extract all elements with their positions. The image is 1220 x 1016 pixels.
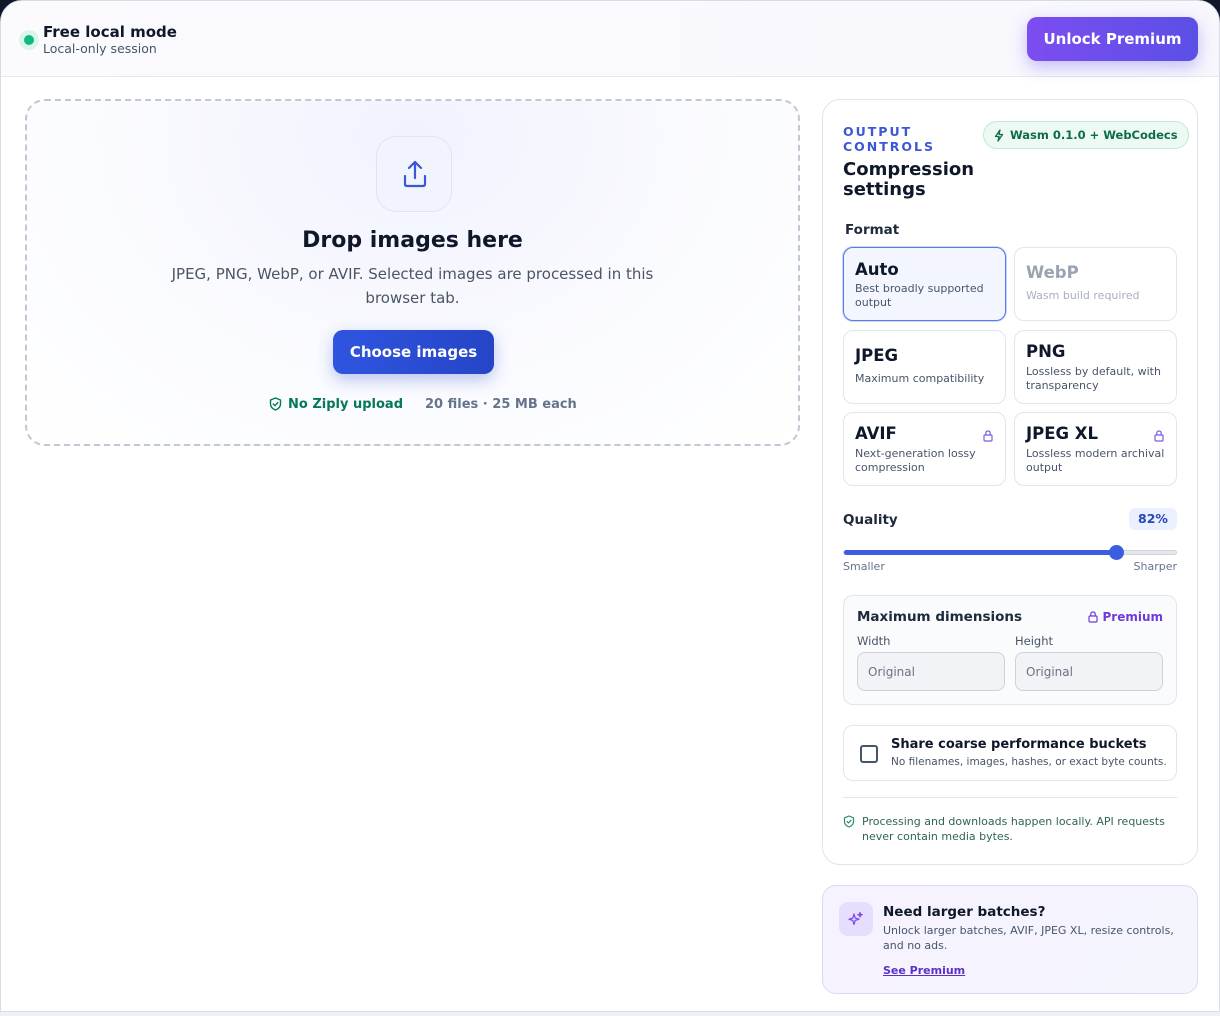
unlock-premium-button[interactable]: Unlock Premium [1027, 17, 1198, 61]
format-desc: Lossless modern archival output [1026, 447, 1165, 474]
quality-slider-thumb[interactable] [1109, 545, 1125, 560]
dropzone-title: Drop images here [302, 228, 523, 253]
promo-title: Need larger batches? [883, 904, 1046, 920]
divider [843, 797, 1177, 798]
sparkles-icon [848, 911, 863, 926]
panel-title: Compression settings [843, 159, 975, 200]
lock-icon [1154, 427, 1164, 446]
lock-icon [1088, 611, 1099, 623]
format-option-jpeg-xl[interactable]: JPEG XL Lossless modern archival output [1014, 412, 1177, 486]
format-option-png[interactable]: PNG Lossless by default, with transparen… [1014, 330, 1177, 404]
max-dimensions-section: Maximum dimensions Premium Width Height [843, 595, 1177, 705]
height-input[interactable] [1015, 652, 1163, 691]
format-name: Auto [855, 260, 899, 279]
format-desc: Maximum compatibility [855, 372, 985, 385]
see-premium-link[interactable]: See Premium [883, 964, 965, 977]
premium-tag-label: Premium [1102, 610, 1163, 624]
shield-check-icon [269, 397, 282, 411]
compression-settings-panel: OUTPUT CONTROLS Compression settings Was… [822, 99, 1198, 865]
share-performance-subtitle: No filenames, images, hashes, or exact b… [891, 756, 1167, 768]
upload-icon [403, 160, 427, 188]
format-name: JPEG XL [1026, 424, 1099, 443]
format-desc: Lossless by default, with transparency [1026, 365, 1161, 392]
format-desc: Wasm build required [1026, 289, 1140, 302]
format-option-avif[interactable]: AVIF Next-generation lossy compression [843, 412, 1006, 486]
upload-tile [376, 136, 452, 212]
upload-note: No Ziply upload 20 files · 25 MB each [269, 395, 577, 413]
top-bar: Free local mode Local-only session Unloc… [1, 1, 1219, 77]
choose-images-button[interactable]: Choose images [333, 330, 494, 374]
lock-icon [983, 427, 993, 446]
format-name: PNG [1026, 342, 1066, 361]
premium-tag: Premium [1088, 610, 1163, 624]
format-label: Format [845, 222, 900, 238]
engine-badge-label: Wasm 0.1.0 + WebCodecs [1010, 128, 1178, 142]
panel-eyebrow: OUTPUT CONTROLS [843, 124, 936, 154]
mode-subtitle: Local-only session [43, 41, 157, 56]
quality-label: Quality [843, 512, 898, 528]
premium-promo-card: Need larger batches? Unlock larger batch… [822, 885, 1198, 994]
share-performance-checkbox[interactable] [860, 745, 878, 763]
format-desc: Best broadly supported output [855, 282, 984, 309]
no-upload-label: No Ziply upload [288, 396, 404, 412]
format-name: JPEG [855, 346, 899, 365]
dropzone-subtitle: JPEG, PNG, WebP, or AVIF. Selected image… [171, 265, 654, 307]
upload-limits: 20 files · 25 MB each [425, 396, 577, 412]
status-indicator [19, 30, 39, 50]
share-performance-title: Share coarse performance buckets [891, 737, 1147, 752]
quality-max-label: Sharper [1133, 560, 1178, 573]
status-dot-icon [24, 35, 34, 45]
width-label: Width [857, 634, 891, 648]
quality-slider[interactable] [843, 545, 1177, 560]
shield-check-icon [843, 815, 855, 828]
quality-slider-fill [844, 550, 1117, 555]
width-input[interactable] [857, 652, 1005, 691]
app-window: Free local mode Local-only session Unloc… [0, 0, 1220, 1012]
local-processing-text: Processing and downloads happen locally.… [862, 815, 1165, 843]
engine-badge: Wasm 0.1.0 + WebCodecs [983, 121, 1189, 149]
max-dimensions-title: Maximum dimensions [857, 609, 1023, 625]
lightning-icon [994, 129, 1004, 142]
bottom-strip [0, 1012, 1220, 1016]
format-option-auto[interactable]: Auto Best broadly supported output [843, 247, 1006, 321]
mode-title: Free local mode [43, 23, 177, 41]
height-label: Height [1015, 634, 1054, 648]
local-processing-note: Processing and downloads happen locally.… [843, 814, 1177, 844]
image-dropzone[interactable]: Drop images here JPEG, PNG, WebP, or AVI… [25, 99, 800, 446]
format-name: AVIF [855, 424, 897, 443]
format-option-webp[interactable]: WebP Wasm build required [1014, 247, 1177, 321]
promo-icon-tile [839, 902, 873, 936]
format-desc: Next-generation lossy compression [855, 447, 976, 474]
format-option-jpeg[interactable]: JPEG Maximum compatibility [843, 330, 1006, 404]
quality-value-badge: 82% [1129, 508, 1177, 530]
quality-min-label: Smaller [843, 560, 885, 573]
share-performance-option[interactable]: Share coarse performance buckets No file… [843, 725, 1177, 781]
promo-subtitle: Unlock larger batches, AVIF, JPEG XL, re… [883, 924, 1174, 952]
format-name: WebP [1026, 263, 1079, 282]
